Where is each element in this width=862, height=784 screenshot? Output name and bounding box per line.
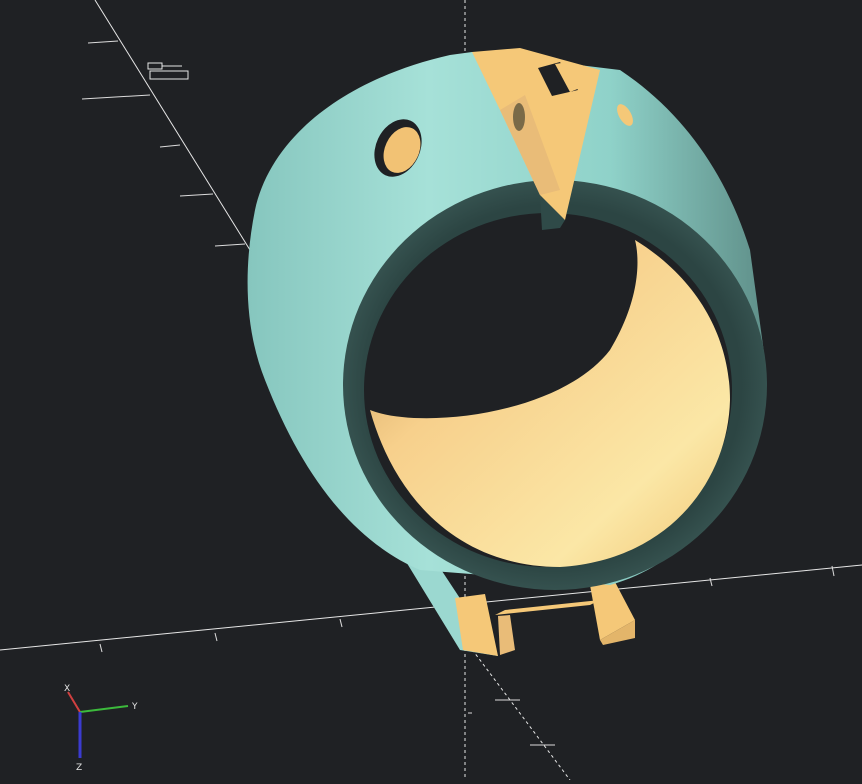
screw-hole-tab [513,103,525,131]
viewport-canvas[interactable]: X Y Z [0,0,862,781]
gizmo-y-axis [79,705,129,713]
gizmo-x-axis [67,691,81,713]
x-axis-negative-line [464,639,571,781]
gizmo-y-label: Y [131,702,138,712]
base-slot-top [495,600,600,615]
cylinder-model [247,48,767,590]
3d-viewport[interactable]: X Y Z [0,0,862,781]
x-axis-line [94,0,251,251]
gizmo-z-label: Z [76,763,82,773]
axis-gizmo: X Y Z [64,684,138,773]
gizmo-x-label: X [64,684,70,694]
axis-label-marker [147,62,189,80]
